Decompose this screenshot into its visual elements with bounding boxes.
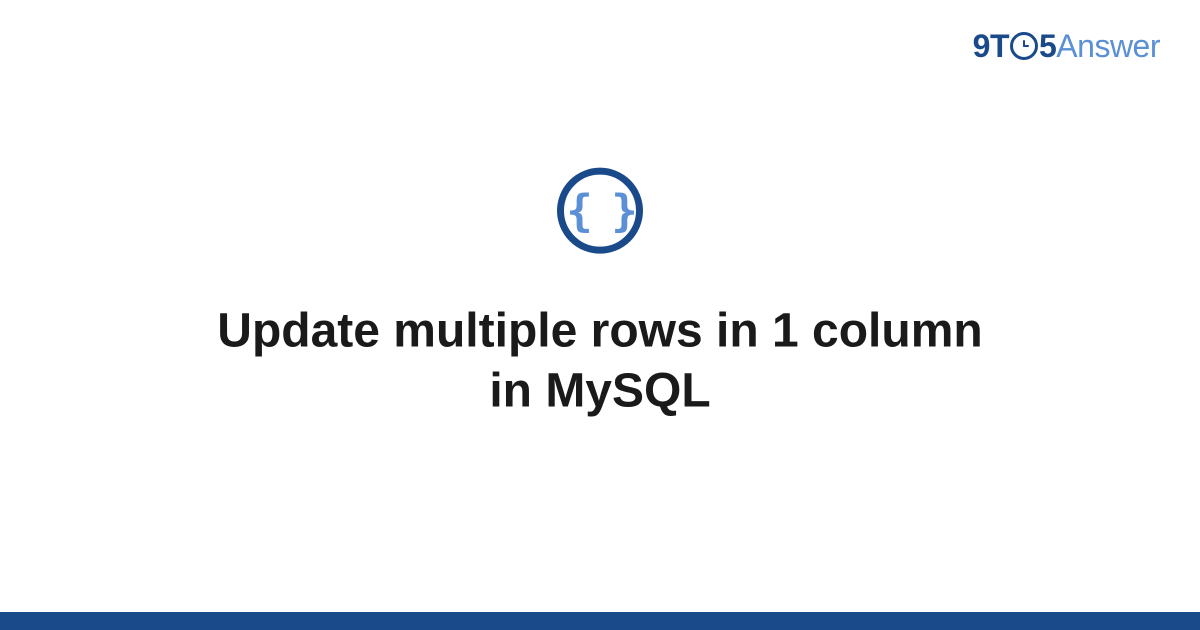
logo-text-9t: 9T — [973, 28, 1009, 64]
main-content: { } Update multiple rows in 1 column in … — [0, 168, 1200, 422]
logo-clock-icon — [1010, 32, 1038, 60]
footer-accent-bar — [0, 612, 1200, 630]
category-icon-circle: { } — [557, 168, 643, 254]
logo-text-5: 5 — [1039, 28, 1056, 64]
logo-text-answer: Answer — [1056, 28, 1160, 64]
code-braces-icon: { } — [566, 185, 633, 236]
site-logo: 9T 5Answer — [973, 28, 1160, 65]
page-title: Update multiple rows in 1 column in MySQ… — [150, 302, 1050, 422]
